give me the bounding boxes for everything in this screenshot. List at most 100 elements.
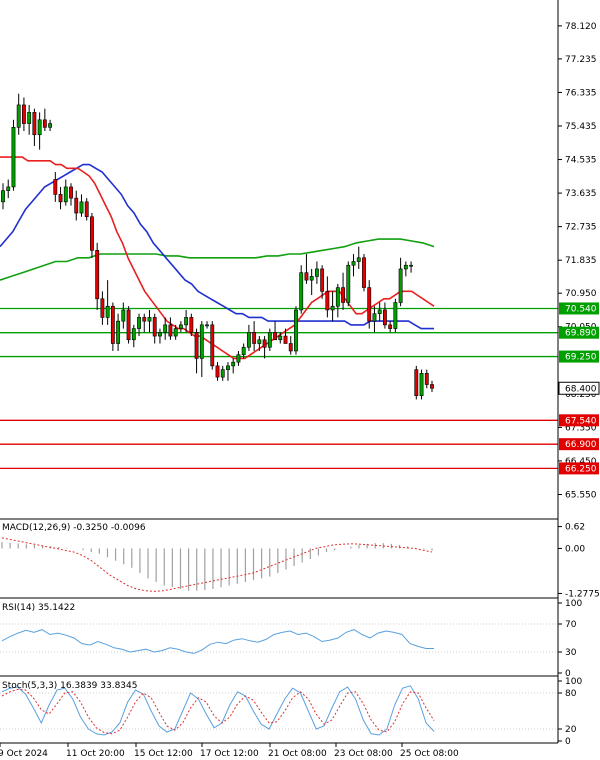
candle-body	[236, 354, 241, 363]
candle-body	[22, 104, 26, 124]
candle-body	[252, 332, 257, 344]
candle-body	[121, 309, 126, 322]
candle-body	[283, 335, 288, 344]
candle-body	[79, 201, 84, 214]
candle-body	[95, 250, 100, 300]
candle-body	[246, 332, 251, 348]
candle-body	[32, 112, 37, 136]
price-tick-label: 76.335	[565, 88, 597, 98]
price-tick-label: 73.635	[565, 189, 597, 199]
candle-body	[398, 268, 403, 303]
candle-body	[74, 197, 79, 214]
macd-tick-label: 0.00	[565, 544, 585, 554]
candle-body	[6, 186, 11, 191]
candle-body	[346, 264, 351, 303]
candle-body	[105, 305, 110, 318]
candle-body	[241, 346, 246, 355]
candle-body	[220, 369, 225, 378]
candle-body	[189, 317, 194, 333]
candle-body	[388, 324, 393, 329]
time-tick-label: 11 Oct 20:00	[66, 749, 125, 759]
price-tick-label: 78.120	[565, 22, 597, 32]
time-tick-label: 15 Oct 12:00	[134, 749, 193, 759]
candle-body	[288, 343, 293, 352]
candle-body	[304, 272, 309, 281]
candle-body	[37, 119, 42, 136]
price-level-badge-label: 70.540	[565, 304, 597, 314]
candle-body	[362, 257, 366, 288]
price-tick-label: 65.550	[565, 490, 597, 500]
price-tick-label: 71.835	[565, 256, 597, 266]
candle-body	[16, 104, 21, 128]
candle-body	[424, 373, 429, 385]
candle-body	[393, 302, 398, 329]
candle-body	[100, 298, 105, 318]
candle-body	[205, 324, 209, 327]
candle-body	[351, 261, 356, 266]
time-tick-label: 25 Oct 08:00	[400, 749, 459, 759]
price-level-badge-label: 69.250	[565, 353, 597, 363]
candle-body	[414, 369, 419, 397]
time-tick-label: 23 Oct 08:00	[334, 749, 393, 759]
price-tick-label: 70.950	[565, 289, 597, 299]
candle-body	[53, 179, 58, 195]
current-price-badge: 68.400	[558, 381, 600, 395]
chart: MACD(12,26,9) -0.3250 -0.0096 RSI(14) 35…	[0, 0, 600, 760]
stoch-label: Stoch(5,3,3) 16.3839 33.8345	[2, 681, 137, 691]
candle-body	[178, 324, 183, 329]
candle-body	[199, 324, 204, 359]
price-level-badge-label: 66.900	[565, 440, 597, 450]
candle-body	[314, 268, 319, 277]
time-tick-label: 21 Oct 08:00	[268, 749, 327, 759]
stoch-tick-label: 100	[565, 677, 582, 687]
candle-body	[267, 332, 272, 348]
candle-body	[116, 320, 121, 344]
price-tick-label: 75.435	[565, 122, 597, 132]
chart-background	[0, 0, 600, 760]
candle-body	[142, 317, 147, 322]
rsi-tick-label: 100	[565, 599, 582, 609]
price-tick-label: 77.235	[565, 55, 597, 65]
candle-body	[173, 328, 178, 337]
candle-body	[403, 264, 408, 270]
candle-body	[419, 373, 424, 397]
candle-body	[152, 317, 157, 337]
candle-body	[409, 264, 413, 267]
candle-body	[367, 287, 372, 322]
time-tick-label: 9 Oct 2024	[0, 749, 48, 759]
macd-label: MACD(12,26,9) -0.3250 -0.0096	[2, 523, 146, 533]
candle-body	[147, 317, 152, 322]
candle-body	[372, 313, 377, 322]
price-level-badge-label: 67.540	[565, 416, 597, 426]
candle-body	[273, 332, 277, 341]
candle-body	[278, 335, 283, 341]
candle-body	[226, 365, 230, 370]
rsi-tick-label: 30	[565, 648, 577, 658]
candle-body	[215, 365, 220, 378]
candle-body	[168, 324, 173, 337]
current-price-value: 68.400	[565, 384, 597, 394]
candle-body	[262, 339, 267, 348]
stoch-tick-label: 20	[565, 725, 577, 735]
candle-body	[194, 332, 199, 359]
candle-body	[48, 123, 53, 128]
candle-body	[11, 126, 16, 188]
rsi-label: RSI(14) 35.1422	[2, 603, 75, 613]
candle-body	[330, 305, 335, 311]
candle-body	[69, 186, 73, 199]
price-tick-label: 74.535	[565, 156, 597, 166]
candle-body	[341, 287, 345, 303]
candle-body	[90, 216, 94, 251]
candle-body	[184, 317, 189, 326]
candle-body	[257, 339, 262, 344]
stoch-tick-label: 80	[565, 689, 577, 699]
candle-body	[42, 119, 47, 128]
candle-body	[325, 291, 330, 311]
candle-body	[377, 309, 382, 314]
candle-body	[299, 272, 304, 311]
time-tick-label: 17 Oct 12:00	[200, 749, 259, 759]
candle-body	[1, 190, 5, 203]
candle-body	[27, 112, 32, 124]
macd-tick-label: -1.2775	[565, 589, 600, 599]
price-tick-label: 72.735	[565, 223, 597, 233]
